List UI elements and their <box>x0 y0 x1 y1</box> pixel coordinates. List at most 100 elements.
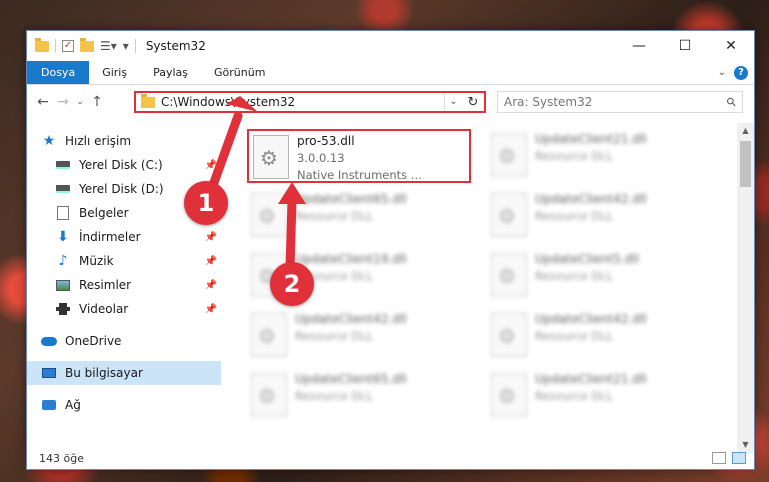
properties-check-icon[interactable]: ✓ <box>62 40 74 52</box>
tab-file[interactable]: Dosya <box>27 61 90 84</box>
file-name: UpdateClient65.dll <box>295 192 407 206</box>
file-name: UpdateClient21.dll <box>535 372 647 386</box>
recent-locations-button[interactable]: ⌄ <box>73 97 87 107</box>
ribbon-right-controls: ⌄ ? <box>718 61 754 84</box>
document-icon <box>55 205 71 221</box>
sidebar-item-label: Belgeler <box>79 206 129 220</box>
refresh-icon[interactable]: ↻ <box>462 95 484 110</box>
search-input[interactable] <box>504 95 728 109</box>
sidebar-item-local-disk-c[interactable]: Yerel Disk (C:) 📌 <box>27 153 221 177</box>
file-item[interactable]: UpdateClient5.dll Resource DLL <box>487 249 711 303</box>
file-item[interactable]: UpdateClient42.dll Resource DLL <box>487 309 711 363</box>
file-item[interactable]: UpdateClient42.dll Resource DLL <box>247 309 471 363</box>
file-name: UpdateClient21.dll <box>535 132 647 146</box>
item-count: 143 öğe <box>39 451 84 465</box>
back-button[interactable]: ← <box>33 94 53 110</box>
up-button[interactable]: ↑ <box>87 94 107 110</box>
details-view-icon[interactable] <box>712 452 726 464</box>
cloud-icon <box>41 333 57 349</box>
pin-icon[interactable]: 📌 <box>205 256 217 267</box>
file-item[interactable]: UpdateClient42.dll Resource DLL <box>487 189 711 243</box>
sidebar-item-this-pc[interactable]: Bu bilgisayar <box>27 361 221 385</box>
large-icons-view-icon[interactable] <box>732 452 746 464</box>
vertical-scrollbar[interactable]: ▲ ▼ <box>737 123 754 453</box>
minimize-button[interactable]: — <box>616 31 662 61</box>
pin-icon[interactable]: 📌 <box>205 160 217 171</box>
file-item[interactable]: UpdateClient65.dll Resource DLL <box>247 189 471 243</box>
file-description: Resource DLL <box>535 389 614 403</box>
chevron-down-icon[interactable]: ⌄ <box>444 93 462 111</box>
network-icon <box>41 397 57 413</box>
sidebar-item-label: Bu bilgisayar <box>65 366 143 380</box>
address-bar[interactable]: C:\Windows\System32 ⌄ ↻ <box>134 91 486 113</box>
dll-file-icon <box>251 193 287 237</box>
callout-badge-1: 1 <box>184 181 228 225</box>
sidebar-item-label: Resimler <box>79 278 132 292</box>
music-icon: ♪ <box>58 253 68 269</box>
sidebar-item-label: İndirmeler <box>79 230 141 244</box>
dll-file-icon <box>491 313 527 357</box>
computer-icon <box>41 365 57 381</box>
sidebar-item-label: Yerel Disk (C:) <box>79 158 163 172</box>
close-button[interactable]: ✕ <box>708 31 754 61</box>
sidebar-item-music[interactable]: ♪ Müzik 📌 <box>27 249 221 273</box>
toolbar-divider <box>134 39 136 53</box>
scrollbar-thumb[interactable] <box>740 141 751 187</box>
dropdown-arrow-icon[interactable]: ▾ <box>123 39 129 53</box>
customize-toolbar-icon[interactable]: ☰▾ <box>100 39 117 53</box>
navigation-pane: ★ Hızlı erişim Yerel Disk (C:) 📌 Yerel D… <box>27 123 221 441</box>
file-version: 3.0.0.13 <box>297 151 345 165</box>
search-box[interactable]: ⚲ <box>497 91 743 113</box>
dll-file-icon <box>491 253 527 297</box>
explorer-window: ✓ ☰▾ ▾ System32 — ☐ ✕ Dosya Giriş Paylaş… <box>26 30 755 470</box>
file-name: UpdateClient42.dll <box>535 312 647 326</box>
quick-access-toolbar: ✓ ☰▾ ▾ <box>35 37 136 53</box>
sidebar-item-quick-access[interactable]: ★ Hızlı erişim <box>27 129 221 153</box>
ribbon-tabs: Dosya Giriş Paylaş Görünüm ⌄ ? <box>27 61 754 85</box>
view-switcher <box>712 452 746 464</box>
tab-view[interactable]: Görünüm <box>201 61 278 84</box>
disk-icon <box>55 157 71 173</box>
scroll-up-icon[interactable]: ▲ <box>737 123 754 139</box>
file-description: Resource DLL <box>535 209 614 223</box>
file-name: pro-53.dll <box>297 134 355 148</box>
file-item[interactable]: UpdateClient21.dll Resource DLL <box>487 369 711 423</box>
address-path[interactable]: C:\Windows\System32 <box>161 95 444 109</box>
file-description: Resource DLL <box>535 149 614 163</box>
file-description: Resource DLL <box>295 329 374 343</box>
folder-icon <box>35 37 49 52</box>
dll-file-icon <box>251 313 287 357</box>
file-name: UpdateClient42.dll <box>295 312 407 326</box>
file-item-pro-53[interactable]: pro-53.dll 3.0.0.13 Native Instruments .… <box>247 129 471 183</box>
pictures-icon <box>55 277 71 293</box>
title-bar: ✓ ☰▾ ▾ System32 — ☐ ✕ <box>27 31 754 61</box>
tab-home[interactable]: Giriş <box>89 61 140 84</box>
forward-button[interactable]: → <box>53 94 73 110</box>
file-item[interactable]: UpdateClient65.dll Resource DLL <box>247 369 471 423</box>
file-description: Resource DLL <box>535 269 614 283</box>
sidebar-item-label: Ağ <box>65 398 81 412</box>
pin-icon[interactable]: 📌 <box>205 304 217 315</box>
dll-file-icon <box>253 135 289 179</box>
file-item[interactable]: UpdateClient21.dll Resource DLL <box>487 129 711 183</box>
sidebar-item-label: Hızlı erişim <box>65 134 132 148</box>
tab-share[interactable]: Paylaş <box>140 61 201 84</box>
sidebar-item-network[interactable]: Ağ <box>27 393 221 417</box>
new-folder-icon[interactable] <box>80 37 94 52</box>
pin-icon[interactable]: 📌 <box>205 232 217 243</box>
file-description: Resource DLL <box>295 389 374 403</box>
dll-file-icon <box>491 193 527 237</box>
sidebar-item-videos[interactable]: Videolar 📌 <box>27 297 221 321</box>
pin-icon[interactable]: 📌 <box>205 280 217 291</box>
file-name: UpdateClient65.dll <box>295 372 407 386</box>
window-title: System32 <box>145 39 206 53</box>
sidebar-item-pictures[interactable]: Resimler 📌 <box>27 273 221 297</box>
maximize-button[interactable]: ☐ <box>662 31 708 61</box>
videos-icon <box>55 301 71 317</box>
sidebar-item-onedrive[interactable]: OneDrive <box>27 329 221 353</box>
help-icon[interactable]: ? <box>734 65 748 80</box>
file-description: Resource DLL <box>535 329 614 343</box>
expand-ribbon-icon[interactable]: ⌄ <box>718 67 726 78</box>
sidebar-item-downloads[interactable]: ⬇ İndirmeler 📌 <box>27 225 221 249</box>
toolbar-divider <box>55 39 56 53</box>
